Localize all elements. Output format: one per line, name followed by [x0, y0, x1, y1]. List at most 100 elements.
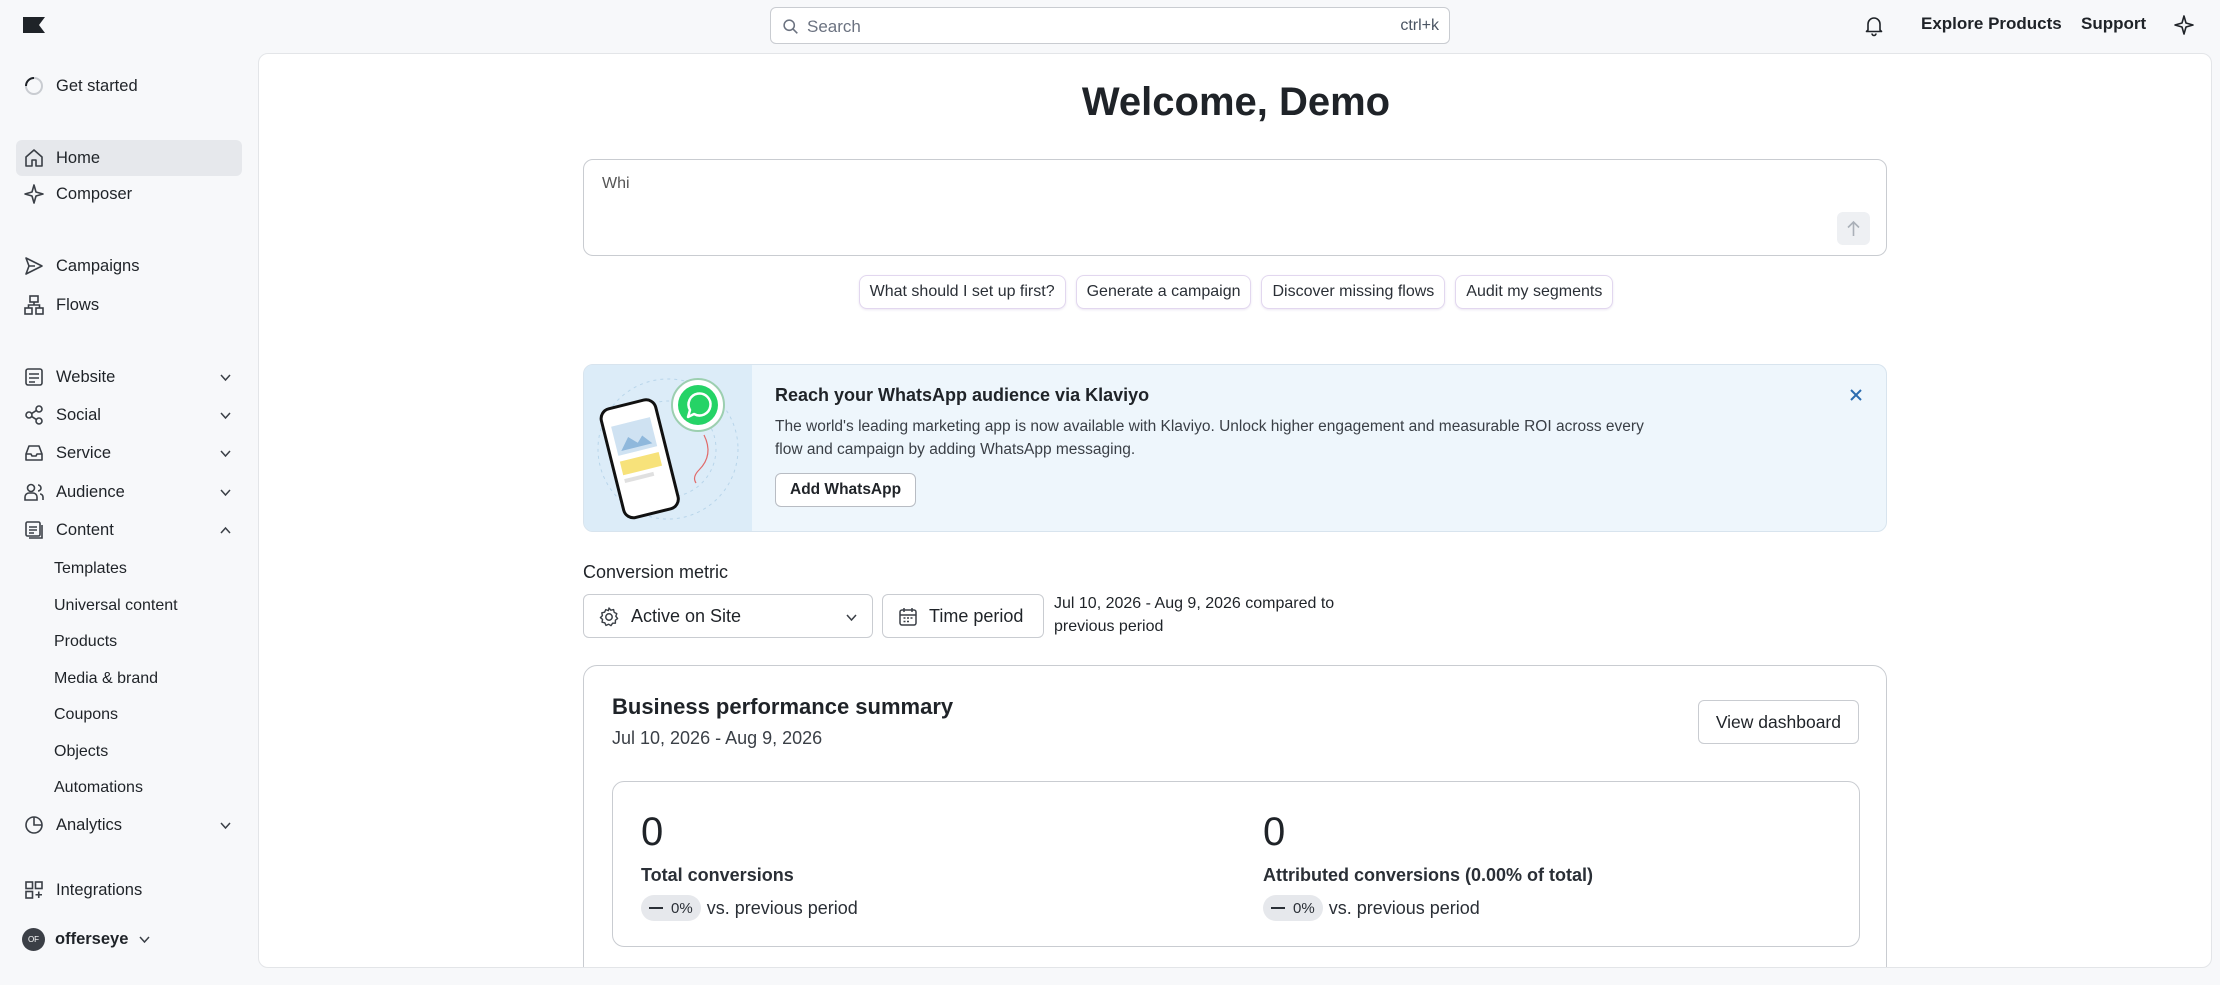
notifications-bell-icon[interactable]: [1862, 13, 1886, 37]
sidebar-item-label: Content: [56, 520, 114, 539]
sidebar-item-label: Integrations: [56, 880, 143, 899]
sidebar-item-label: Composer: [56, 184, 133, 203]
sidebar-item-composer[interactable]: Composer: [16, 176, 242, 212]
sidebar-subitem-universal-content[interactable]: Universal content: [54, 597, 178, 615]
content-icon: [25, 521, 43, 539]
sidebar-item-website[interactable]: Website: [16, 359, 242, 395]
chevron-up-icon: [220, 526, 231, 534]
kpi-total-conversions: 0 Total conversions 0% vs. previous peri…: [641, 810, 858, 921]
calendar-icon: [899, 608, 917, 626]
support-link[interactable]: Support: [2081, 14, 2146, 34]
chevron-down-icon: [220, 489, 231, 497]
change-value: 0%: [671, 899, 693, 917]
sidebar-item-audience[interactable]: Audience: [16, 474, 242, 510]
sidebar-item-analytics[interactable]: Analytics: [16, 807, 242, 843]
sidebar-subitem-automations[interactable]: Automations: [54, 779, 143, 797]
chevron-down-icon: [220, 822, 231, 830]
suggestion-chips: What should I set up first? Generate a c…: [259, 275, 2211, 309]
sidebar-item-integrations[interactable]: Integrations: [16, 872, 242, 908]
sidebar-item-home[interactable]: Home: [16, 140, 242, 176]
kpi-attributed-conversions: 0 Attributed conversions (0.00% of total…: [1263, 810, 1593, 921]
chevron-down-icon: [846, 614, 857, 622]
flows-icon: [24, 295, 44, 315]
sidebar-item-label: Flows: [56, 295, 100, 314]
main-content: Welcome, Demo Whi What should I set up f…: [258, 53, 2212, 968]
home-icon: [25, 149, 43, 167]
change-badge: 0%: [1263, 895, 1323, 921]
promo-title: Reach your WhatsApp audience via Klaviyo: [775, 385, 1150, 405]
conversion-metric-value: Active on Site: [631, 606, 742, 626]
ai-sparkle-icon[interactable]: [2172, 13, 2196, 37]
close-icon[interactable]: [1848, 387, 1864, 403]
sidebar-item-label: Social: [56, 405, 101, 424]
arrow-up-icon: [1847, 220, 1860, 236]
search-placeholder: Search: [807, 17, 861, 36]
sidebar-item-content[interactable]: Content: [16, 512, 242, 548]
change-badge: 0%: [641, 895, 701, 921]
chevron-down-icon: [220, 374, 231, 382]
comparison-range-text: Jul 10, 2026 - Aug 9, 2026 compared to p…: [1054, 595, 1335, 635]
get-started-label: Get started: [56, 76, 138, 95]
account-switcher[interactable]: OF offerseye: [22, 928, 151, 951]
kpi-value: 0: [641, 810, 664, 854]
sidebar-subitem-objects[interactable]: Objects: [54, 743, 108, 761]
top-bar: Search ctrl+k Explore Products Support: [0, 0, 2220, 52]
performance-date-range: Jul 10, 2026 - Aug 9, 2026: [612, 728, 823, 748]
suggestion-chip[interactable]: Generate a campaign: [1075, 275, 1252, 309]
sidebar-item-social[interactable]: Social: [16, 397, 242, 433]
avatar: OF: [22, 928, 45, 951]
send-button[interactable]: [1837, 212, 1870, 245]
promo-body: The world's leading marketing app is now…: [775, 418, 1644, 458]
whatsapp-promo-banner: Reach your WhatsApp audience via Klaviyo…: [583, 364, 1887, 532]
kpi-label: Total conversions: [641, 865, 794, 885]
add-whatsapp-button[interactable]: Add WhatsApp: [775, 473, 917, 507]
sidebar-item-label: Home: [56, 148, 101, 167]
suggestion-chip[interactable]: What should I set up first?: [858, 275, 1066, 309]
explore-products-link[interactable]: Explore Products: [1921, 14, 2062, 34]
performance-title: Business performance summary: [612, 694, 954, 719]
chevron-down-icon: [139, 936, 150, 944]
sidebar: Get started Home Composer Campaigns Flow…: [0, 52, 258, 985]
sidebar-item-flows[interactable]: Flows: [16, 287, 242, 323]
sidebar-item-label: Analytics: [56, 815, 123, 834]
business-performance-card: Business performance summary Jul 10, 202…: [583, 665, 1887, 967]
kpi-value: 0: [1263, 810, 1286, 854]
composer-input[interactable]: Whi: [583, 159, 1887, 256]
inbox-icon: [25, 445, 43, 461]
gear-icon: [599, 607, 619, 627]
sidebar-item-service[interactable]: Service: [16, 435, 242, 471]
sidebar-item-label: Website: [56, 367, 116, 386]
sidebar-subitem-templates[interactable]: Templates: [54, 560, 127, 578]
view-dashboard-button[interactable]: View dashboard: [1697, 700, 1859, 744]
integrations-icon: [25, 881, 43, 899]
whatsapp-phone-illustration: [584, 365, 752, 531]
time-period-button[interactable]: Time period: [882, 594, 1044, 638]
audience-icon: [24, 483, 44, 501]
suggestion-chip[interactable]: Discover missing flows: [1261, 275, 1446, 309]
change-value: 0%: [1293, 899, 1315, 917]
chevron-down-icon: [220, 412, 231, 420]
search-input[interactable]: Search ctrl+k: [770, 7, 1450, 44]
klaviyo-logo-icon[interactable]: [22, 16, 46, 34]
compare-text: vs. previous period: [1328, 897, 1480, 918]
sidebar-item-campaigns[interactable]: Campaigns: [16, 248, 242, 284]
sparkle-icon: [24, 184, 44, 204]
sidebar-subitem-products[interactable]: Products: [54, 633, 117, 651]
time-period-label: Time period: [929, 606, 1024, 626]
suggestion-chip[interactable]: Audit my segments: [1455, 275, 1614, 309]
send-icon: [25, 257, 43, 275]
conversion-metric-label: Conversion metric: [583, 562, 729, 582]
get-started-item[interactable]: Get started: [16, 68, 242, 104]
sidebar-subitem-coupons[interactable]: Coupons: [54, 706, 118, 724]
compare-text: vs. previous period: [706, 897, 858, 918]
sidebar-item-label: Campaigns: [56, 256, 140, 275]
social-icon: [25, 405, 43, 425]
chevron-down-icon: [220, 450, 231, 458]
conversion-metric-select[interactable]: Active on Site: [583, 594, 873, 638]
dash-icon: [649, 907, 663, 909]
search-icon: [783, 19, 798, 34]
composer-text: Whi: [602, 175, 630, 192]
analytics-icon: [25, 816, 43, 834]
sidebar-subitem-media-brand[interactable]: Media & brand: [54, 670, 158, 688]
account-name: offerseye: [55, 930, 129, 948]
